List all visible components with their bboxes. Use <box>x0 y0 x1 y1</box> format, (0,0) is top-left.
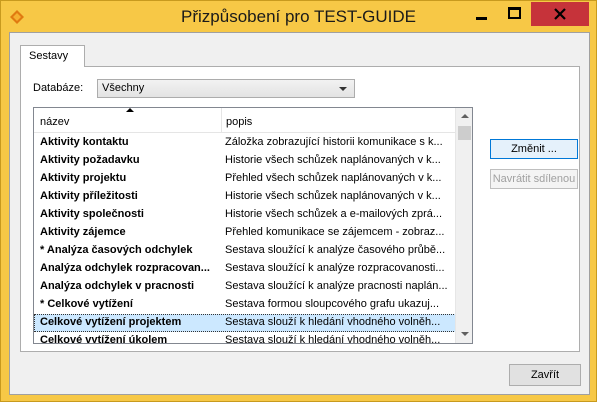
database-select[interactable]: Všechny <box>97 79 355 98</box>
row-name: Celkové vytížení úkolem <box>40 334 168 344</box>
reports-list[interactable]: název popis Aktivity kontaktu Záložka zob… <box>33 107 473 344</box>
row-description: Sestava sloužící k analýze rozpracovanos… <box>225 262 445 274</box>
table-row[interactable]: Analýza odchylek rozpracovan... Sestava s… <box>34 260 456 278</box>
customization-window: Přizpůsobení pro TEST-GUIDE Sestavy Data… <box>0 0 597 402</box>
sort-ascending-icon <box>126 108 134 112</box>
dialog-client-area: Sestavy Databáze: Všechny název popis Ak… <box>9 32 590 395</box>
row-description: Přehled všech schůzek naplánovaných v k.… <box>225 172 442 184</box>
row-name: Celkové vytížení projektem <box>40 316 182 328</box>
close-window-button[interactable] <box>531 2 589 26</box>
column-divider[interactable] <box>221 108 222 133</box>
close-button[interactable]: Zavřít <box>509 364 581 386</box>
scroll-up-icon[interactable] <box>456 108 472 125</box>
row-description: Přehled komunikace se zájemcem - zobraz.… <box>225 226 445 238</box>
table-row[interactable]: Aktivity společnosti Historie všech schůz… <box>34 206 456 224</box>
table-row[interactable]: Celkové vytížení úkolem Sestava slouží k … <box>34 332 456 344</box>
table-row[interactable]: Aktivity projektu Přehled všech schůzek n… <box>34 170 456 188</box>
table-row[interactable]: * Analýza časových odchylek Sestava slouž… <box>34 242 456 260</box>
row-description: Historie všech schůzek a e-mailových zpr… <box>225 208 443 220</box>
table-row[interactable]: Aktivity požadavku Historie všech schůzek… <box>34 152 456 170</box>
row-name: * Analýza časových odchylek <box>40 244 193 256</box>
column-header-description[interactable]: popis <box>226 116 252 128</box>
row-description: Záložka zobrazující historii komunikace … <box>225 136 443 148</box>
maximize-button[interactable] <box>498 2 531 26</box>
tab-reports[interactable]: Sestavy <box>20 45 85 67</box>
table-row[interactable]: Analýza odchylek v pracnosti Sestava slou… <box>34 278 456 296</box>
row-name: Aktivity zájemce <box>40 226 126 238</box>
restore-shared-button[interactable]: Navrátit sdílenou <box>490 169 578 189</box>
table-row[interactable]: Celkové vytížení projektem Sestava slouží… <box>34 314 456 332</box>
minimize-button[interactable] <box>465 2 498 26</box>
row-description: Sestava slouží k hledání vhodného volněh… <box>225 316 441 328</box>
database-selected-value: Všechny <box>102 82 145 94</box>
maximize-icon <box>508 7 521 19</box>
row-name: Aktivity příležitosti <box>40 190 138 202</box>
row-description: Historie všech schůzek naplánovaných v k… <box>225 154 441 166</box>
reports-tab-panel: Databáze: Všechny název popis Aktivity k… <box>20 66 580 352</box>
row-name: * Celkové vytížení <box>40 298 133 310</box>
row-name: Aktivity společnosti <box>40 208 144 220</box>
scrollbar-thumb[interactable] <box>458 126 471 140</box>
row-name: Aktivity kontaktu <box>40 136 129 148</box>
row-description: Sestava slouží k hledání vhodného volněh… <box>225 334 441 344</box>
list-header: název popis <box>34 108 456 133</box>
row-name: Aktivity požadavku <box>40 154 140 166</box>
row-description: Historie všech schůzek naplánovaných v k… <box>225 190 441 202</box>
chevron-down-icon <box>339 87 347 91</box>
table-row[interactable]: Aktivity kontaktu Záložka zobrazující his… <box>34 134 456 152</box>
row-name: Analýza odchylek rozpracovan... <box>40 262 210 274</box>
row-name: Analýza odchylek v pracnosti <box>40 280 195 292</box>
row-description: Sestava sloužící k analýze časového průb… <box>225 244 446 256</box>
change-button[interactable]: Změnit ... <box>490 139 578 159</box>
row-description: Sestava sloužící k analýze pracnosti nap… <box>225 280 448 292</box>
row-description: Sestava formou sloupcového grafu ukazuj.… <box>225 298 440 310</box>
table-row[interactable]: * Celkové vytížení Sestava formou sloupco… <box>34 296 456 314</box>
title-bar[interactable]: Přizpůsobení pro TEST-GUIDE <box>1 1 596 33</box>
minimize-icon <box>476 17 487 20</box>
vertical-scrollbar[interactable] <box>455 108 472 343</box>
table-row[interactable]: Aktivity zájemce Přehled komunikace se zá… <box>34 224 456 242</box>
scroll-down-icon[interactable] <box>456 326 472 343</box>
database-label: Databáze: <box>33 82 84 94</box>
close-icon <box>554 8 566 20</box>
table-row[interactable]: Aktivity příležitosti Historie všech schů… <box>34 188 456 206</box>
row-name: Aktivity projektu <box>40 172 127 184</box>
list-rows: Aktivity kontaktu Záložka zobrazující his… <box>34 134 456 344</box>
column-header-name[interactable]: název <box>40 116 69 128</box>
